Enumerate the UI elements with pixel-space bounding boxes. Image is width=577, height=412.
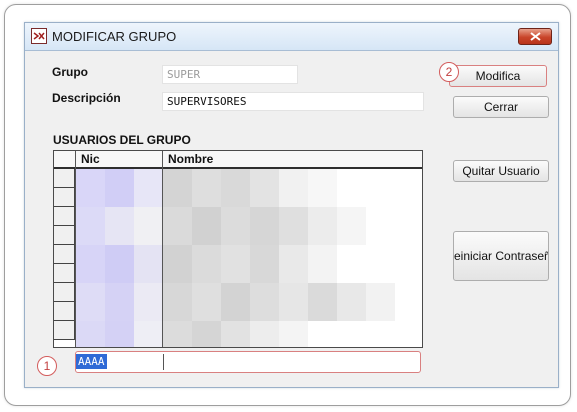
blurred-name-cell: [192, 245, 221, 283]
blurred-name-cell: [221, 169, 250, 207]
blurred-name-cell: [366, 283, 395, 321]
app-logo-icon: [31, 28, 47, 44]
window-title: MODIFICAR GRUPO: [52, 29, 177, 44]
cerrar-button[interactable]: Cerrar: [453, 96, 549, 118]
blurred-nic-cell: [76, 283, 105, 321]
modifica-button[interactable]: Modifica: [449, 65, 547, 87]
reiniciar-contrasena-button[interactable]: einiciar Contraseñ: [453, 231, 549, 281]
row-selector[interactable]: [54, 207, 75, 226]
blurred-name-cell: [337, 283, 366, 321]
blurred-nic-cell: [105, 207, 134, 245]
blurred-name-cell: [192, 207, 221, 245]
row-selector[interactable]: [54, 226, 75, 245]
blurred-nic-cell: [134, 207, 162, 245]
blurred-name-cell: [163, 321, 192, 347]
blurred-nic-cell: [105, 245, 134, 283]
blurred-nic-cell: [134, 283, 162, 321]
blurred-nic-cell: [134, 169, 162, 207]
blurred-name-cell: [308, 245, 337, 283]
blurred-name-cell: [279, 245, 308, 283]
blurred-name-cell: [163, 169, 192, 207]
row-selector[interactable]: [54, 169, 75, 188]
blurred-nic-cell: [76, 321, 105, 347]
blurred-nic-cell: [134, 245, 162, 283]
blurred-name-cell: [337, 207, 366, 245]
blurred-nic-cell: [76, 207, 105, 245]
blurred-name-cell: [308, 283, 337, 321]
blurred-name-cell: [279, 321, 308, 347]
blurred-name-cell: [250, 321, 279, 347]
descripcion-field[interactable]: SUPERVISORES: [162, 92, 424, 111]
title-bar[interactable]: MODIFICAR GRUPO: [25, 23, 558, 51]
blurred-name-cell: [221, 245, 250, 283]
blurred-name-cell: [163, 245, 192, 283]
blurred-name-cell: [221, 207, 250, 245]
blurred-name-cell: [250, 169, 279, 207]
close-button[interactable]: [518, 28, 552, 45]
blurred-name-cell: [192, 321, 221, 347]
blurred-name-cell: [192, 283, 221, 321]
callout-marker-1: 1: [37, 356, 57, 376]
blurred-nic-cell: [76, 245, 105, 283]
close-icon: [530, 32, 541, 41]
blurred-name-cell: [279, 169, 308, 207]
blurred-nic-cell: [105, 169, 134, 207]
blurred-nic-cell: [76, 169, 105, 207]
column-header-nic[interactable]: Nic: [75, 151, 162, 167]
users-grid[interactable]: Nic Nombre: [53, 150, 423, 348]
blurred-name-cell: [221, 283, 250, 321]
blurred-name-cell: [163, 207, 192, 245]
blurred-name-cell: [221, 321, 250, 347]
users-section-title: USUARIOS DEL GRUPO: [53, 133, 191, 147]
row-selector[interactable]: [54, 245, 75, 264]
row-selector[interactable]: [54, 302, 75, 321]
callout-marker-2: 2: [439, 62, 459, 82]
blurred-name-cell: [308, 207, 337, 245]
row-selector[interactable]: [54, 264, 75, 283]
row-selector[interactable]: [54, 188, 75, 207]
blurred-name-cell: [163, 283, 192, 321]
grupo-field: SUPER: [162, 65, 298, 84]
blurred-name-cell: [250, 245, 279, 283]
column-header-nombre[interactable]: Nombre: [162, 151, 422, 167]
nic-selected-text: AAAA: [76, 354, 107, 369]
blurred-name-cell: [250, 207, 279, 245]
blurred-nic-cell: [134, 321, 162, 347]
grid-header: Nic Nombre: [54, 151, 422, 169]
dialog-window: MODIFICAR GRUPO Grupo SUPER Descripción …: [24, 22, 559, 388]
blurred-nic-cell: [105, 321, 134, 347]
new-user-edit-row[interactable]: AAAA: [75, 351, 421, 373]
blurred-name-cell: [279, 283, 308, 321]
blurred-name-cell: [250, 283, 279, 321]
row-selector[interactable]: [54, 321, 75, 340]
blurred-name-cell: [279, 207, 308, 245]
blurred-name-cell: [192, 169, 221, 207]
nic-edit-input[interactable]: AAAA: [76, 354, 164, 370]
row-selector[interactable]: [54, 283, 75, 302]
descripcion-label: Descripción: [52, 91, 121, 105]
quitar-usuario-button[interactable]: Quitar Usuario: [453, 160, 549, 182]
grupo-label: Grupo: [52, 65, 88, 79]
blurred-name-cell: [308, 169, 337, 207]
blurred-nic-cell: [105, 283, 134, 321]
